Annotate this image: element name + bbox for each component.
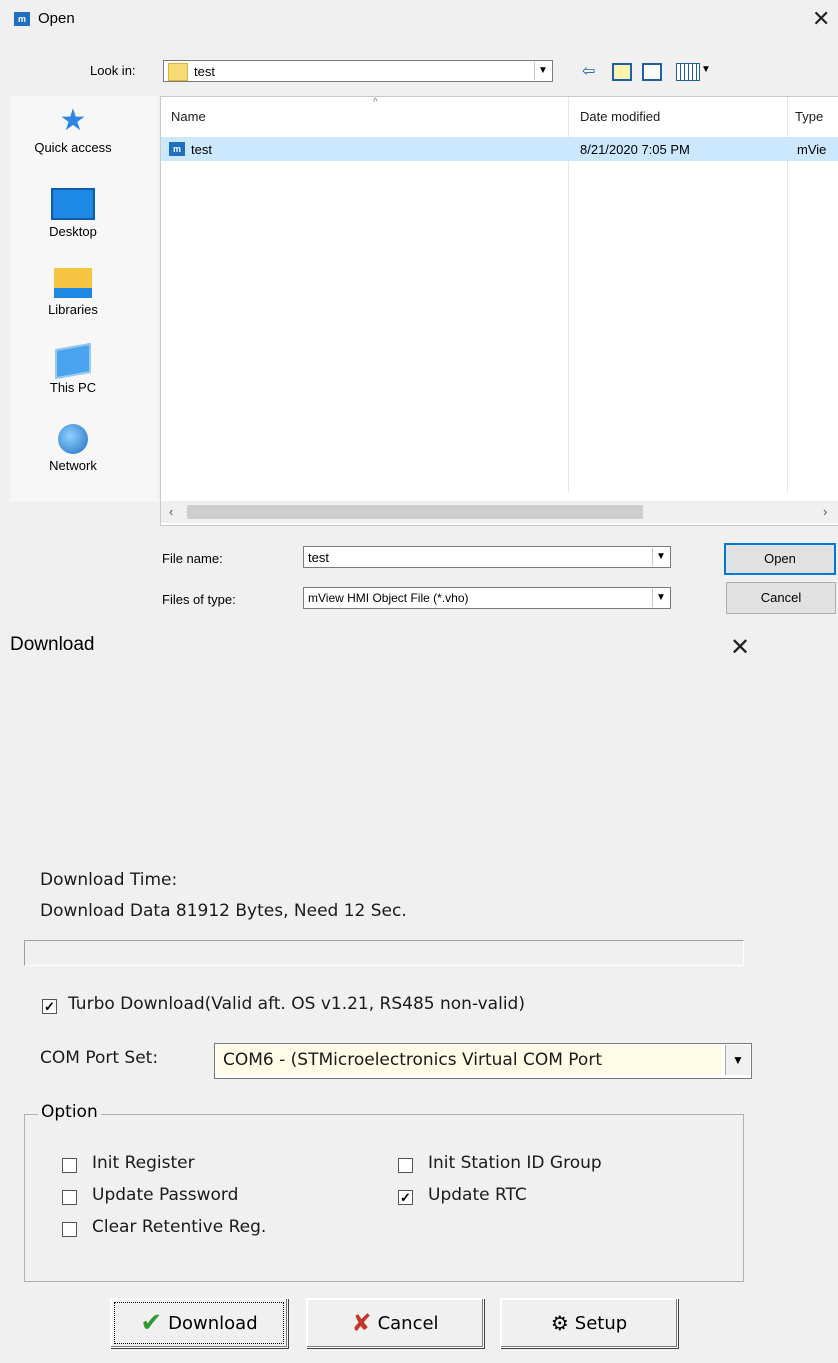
dialog-title: Open xyxy=(38,10,75,27)
init-register-checkbox[interactable] xyxy=(62,1158,77,1173)
file-name-value: test xyxy=(308,550,329,565)
files-of-type-value: mView HMI Object File (*.vho) xyxy=(308,591,469,605)
view-dropdown-icon[interactable]: ▼ xyxy=(701,64,711,75)
file-type: mVie xyxy=(797,142,827,157)
place-label: Libraries xyxy=(48,302,98,317)
open-dialog: m Open ✕ Look in: test ▼ ⇦ ▼ ★ Quick acc… xyxy=(0,0,838,636)
folder-icon xyxy=(168,63,188,81)
place-libraries[interactable]: Libraries xyxy=(23,268,123,317)
update-rtc-checkbox[interactable]: ✓ xyxy=(398,1190,413,1205)
cancel-button[interactable]: ✘ Cancel xyxy=(306,1298,484,1348)
com-port-value: COM6 - (STMicroelectronics Virtual COM P… xyxy=(223,1050,602,1070)
look-in-value: test xyxy=(194,64,215,79)
scrollbar-thumb[interactable] xyxy=(187,505,643,519)
setup-button-label: Setup xyxy=(574,1312,628,1334)
network-icon xyxy=(58,424,88,454)
place-label: Network xyxy=(49,458,97,473)
file-row[interactable]: m test 8/21/2020 7:05 PM mVie xyxy=(161,137,838,161)
chevron-down-icon[interactable]: ▼ xyxy=(652,548,669,566)
up-folder-icon[interactable] xyxy=(612,63,632,81)
download-info: Download Data 81912 Bytes, Need 12 Sec. xyxy=(40,901,407,921)
place-label: Quick access xyxy=(34,140,112,155)
cancel-button[interactable]: Cancel xyxy=(726,582,836,614)
com-port-dropdown[interactable]: COM6 - (STMicroelectronics Virtual COM P… xyxy=(214,1043,752,1079)
init-station-id-checkbox[interactable] xyxy=(398,1158,413,1173)
download-button[interactable]: ✔ Download xyxy=(110,1298,288,1348)
init-station-id-label: Init Station ID Group xyxy=(428,1153,602,1173)
look-in-dropdown[interactable]: test ▼ xyxy=(163,60,553,82)
place-label: This PC xyxy=(49,380,97,395)
dialog-title: Download xyxy=(10,634,95,655)
open-button[interactable]: Open xyxy=(724,543,836,575)
init-register-label: Init Register xyxy=(92,1153,195,1173)
update-password-checkbox[interactable] xyxy=(62,1190,77,1205)
app-logo-icon: m xyxy=(14,12,30,26)
chevron-down-icon[interactable]: ▼ xyxy=(534,62,551,80)
column-header-date[interactable]: Date modified xyxy=(580,109,660,124)
place-this-pc[interactable]: This PC xyxy=(23,342,123,395)
scroll-right-icon[interactable]: › xyxy=(823,504,827,519)
file-name: test xyxy=(191,142,212,157)
files-of-type-dropdown[interactable]: mView HMI Object File (*.vho) ▼ xyxy=(303,587,671,609)
new-folder-icon[interactable] xyxy=(642,63,662,81)
close-icon[interactable]: ✕ xyxy=(730,636,750,660)
com-port-label: COM Port Set: xyxy=(40,1048,159,1068)
view-menu-icon[interactable] xyxy=(676,63,700,81)
file-list: ^ Name Date modified Type m test 8/21/20… xyxy=(160,96,838,526)
file-name-input[interactable]: test ▼ xyxy=(303,546,671,568)
file-name-label: File name: xyxy=(162,551,223,566)
column-header-type[interactable]: Type xyxy=(795,109,823,124)
clear-retentive-label: Clear Retentive Reg. xyxy=(92,1217,267,1237)
place-label: Desktop xyxy=(49,224,97,239)
scroll-left-icon[interactable]: ‹ xyxy=(169,504,173,519)
checkmark-icon: ✔ xyxy=(140,1308,163,1338)
download-button-label: Download xyxy=(168,1312,258,1334)
horizontal-scrollbar[interactable]: ‹ › xyxy=(161,501,838,523)
back-icon[interactable]: ⇦ xyxy=(582,61,595,81)
turbo-download-label: Turbo Download(Valid aft. OS v1.21, RS48… xyxy=(68,994,525,1014)
libraries-icon xyxy=(54,268,92,298)
chevron-down-icon[interactable]: ▼ xyxy=(725,1045,750,1075)
place-network[interactable]: Network xyxy=(23,424,123,473)
places-bar: ★ Quick access Desktop Libraries This PC… xyxy=(10,96,158,502)
turbo-download-checkbox[interactable]: ✓ xyxy=(42,999,57,1014)
clear-retentive-checkbox[interactable] xyxy=(62,1222,77,1237)
desktop-icon xyxy=(51,188,95,220)
update-rtc-label: Update RTC xyxy=(428,1185,527,1205)
close-x-icon: ✘ xyxy=(351,1309,372,1337)
option-group-legend: Option xyxy=(38,1102,101,1122)
gear-icon: ⚙ xyxy=(550,1311,569,1335)
update-password-label: Update Password xyxy=(92,1185,239,1205)
look-in-label: Look in: xyxy=(90,63,136,78)
files-of-type-label: Files of type: xyxy=(162,592,236,607)
star-icon: ★ xyxy=(59,104,87,137)
setup-button[interactable]: ⚙ Setup xyxy=(500,1298,678,1348)
chevron-down-icon[interactable]: ▼ xyxy=(652,589,669,607)
download-dialog: Download ✕ Download Time: Download Data … xyxy=(0,634,838,1363)
sort-ascending-icon: ^ xyxy=(373,97,378,108)
progress-bar xyxy=(24,940,744,966)
place-desktop[interactable]: Desktop xyxy=(23,188,123,239)
file-icon: m xyxy=(169,142,185,156)
close-icon[interactable]: ✕ xyxy=(812,8,830,30)
place-quick-access[interactable]: ★ Quick access xyxy=(23,104,123,156)
download-time-label: Download Time: xyxy=(40,870,178,890)
cancel-button-label: Cancel xyxy=(377,1312,439,1334)
column-header-name[interactable]: Name xyxy=(171,109,206,124)
file-date: 8/21/2020 7:05 PM xyxy=(580,142,690,157)
computer-icon xyxy=(55,342,91,380)
